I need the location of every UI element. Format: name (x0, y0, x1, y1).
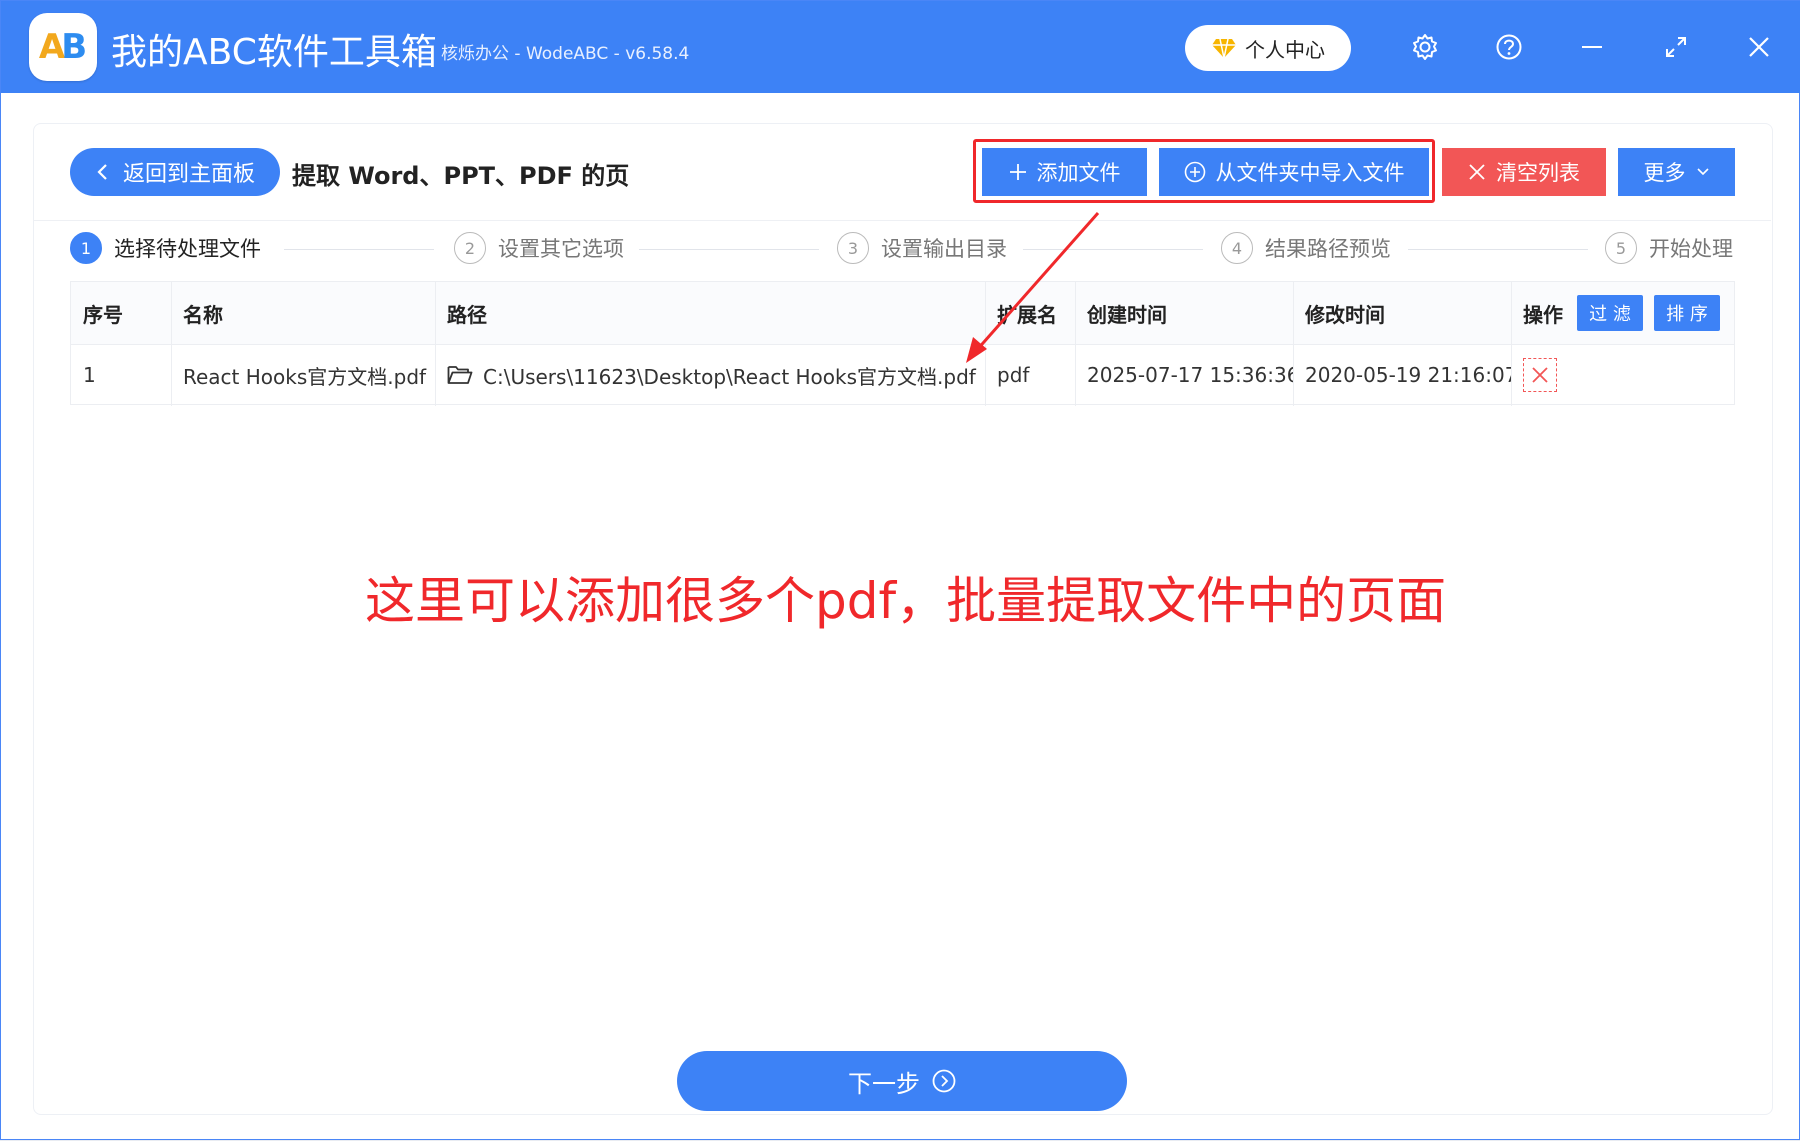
row-path: C:\Users\11623\Desktop\React Hooks官方文档.p… (483, 364, 976, 389)
row-created: 2025-07-17 15:36:36 (1087, 363, 1293, 387)
folder-open-icon[interactable] (447, 365, 473, 385)
annotation-text: 这里可以添加很多个pdf，批量提取文件中的页面 (365, 572, 1447, 630)
column-divider (1075, 282, 1076, 406)
step-label: 选择待处理文件 (114, 237, 261, 261)
column-header-ext[interactable]: 扩展名 (985, 282, 1075, 344)
app-subtitle: 核烁办公 - WodeABC - v6.58.4 (441, 44, 690, 64)
file-table: 序号 名称 路径 扩展名 创建时间 修改时间 操作 过 滤 排 序 1 Reac… (70, 281, 1735, 406)
row-modified: 2020-05-19 21:16:07 (1305, 363, 1511, 387)
table-header: 序号 名称 路径 扩展名 创建时间 修改时间 操作 过 滤 排 序 (71, 282, 1734, 345)
column-header-actions: 操作 (1523, 302, 1563, 327)
maximize-icon[interactable] (1656, 27, 1696, 67)
step-number: 3 (837, 232, 869, 264)
sort-button[interactable]: 排 序 (1654, 295, 1720, 331)
step-label: 设置输出目录 (881, 237, 1007, 261)
step-label: 设置其它选项 (498, 237, 624, 261)
row-index: 1 (83, 363, 96, 387)
back-to-main-button[interactable]: 返回到主面板 (70, 148, 280, 196)
app-title: 我的ABC软件工具箱 (111, 32, 437, 73)
step-3: 3 设置输出目录 (837, 232, 1007, 264)
next-step-label: 下一步 (848, 1069, 920, 1098)
next-step-button[interactable]: 下一步 (677, 1051, 1127, 1111)
app-window: A B 我的ABC软件工具箱 核烁办公 - WodeABC - v6.58.4 … (0, 0, 1800, 1140)
step-2: 2 设置其它选项 (454, 232, 624, 264)
settings-icon[interactable] (1405, 27, 1445, 67)
step-number: 1 (70, 232, 102, 264)
column-header-modified[interactable]: 修改时间 (1293, 282, 1511, 344)
clear-list-button[interactable]: 清空列表 (1442, 148, 1606, 196)
chevron-right-circle-icon (932, 1069, 956, 1093)
column-header-path[interactable]: 路径 (435, 282, 985, 344)
app-logo: A B (29, 13, 97, 81)
more-label: 更多 (1643, 161, 1686, 185)
column-divider (1511, 282, 1512, 406)
help-icon[interactable] (1489, 27, 1529, 67)
chevron-down-icon (1696, 168, 1709, 176)
user-center-button[interactable]: 个人中心 (1185, 25, 1351, 71)
step-1: 1 选择待处理文件 (70, 232, 261, 264)
title-bar: A B 我的ABC软件工具箱 核烁办公 - WodeABC - v6.58.4 … (1, 1, 1800, 93)
delete-x-icon (1532, 367, 1548, 383)
more-button[interactable]: 更多 (1618, 148, 1735, 196)
step-4: 4 结果路径预览 (1221, 232, 1391, 264)
diamond-icon (1212, 38, 1236, 59)
step-connector (1023, 249, 1203, 250)
x-icon (1469, 164, 1485, 180)
column-header-name[interactable]: 名称 (171, 282, 435, 344)
chevron-left-icon (97, 164, 107, 180)
row-path-cell: C:\Users\11623\Desktop\React Hooks官方文档.p… (435, 344, 985, 406)
step-5: 5 开始处理 (1605, 232, 1733, 264)
clear-list-label: 清空列表 (1496, 161, 1580, 185)
step-connector (639, 249, 819, 250)
page-title: 提取 Word、PPT、PDF 的页 (292, 162, 630, 190)
close-icon[interactable] (1739, 27, 1779, 67)
column-header-created[interactable]: 创建时间 (1075, 282, 1293, 344)
toolbar-divider (33, 220, 1771, 221)
table-row[interactable]: 1 React Hooks官方文档.pdf C:\Users\11623\Des… (71, 344, 1734, 406)
logo-letter-b: B (61, 27, 88, 67)
column-divider (435, 282, 436, 406)
delete-row-button[interactable] (1523, 358, 1557, 392)
row-ext: pdf (997, 363, 1030, 387)
column-divider (985, 282, 986, 406)
minimize-icon[interactable] (1572, 27, 1612, 67)
user-center-label: 个人中心 (1245, 37, 1325, 62)
step-number: 4 (1221, 232, 1253, 264)
column-divider (171, 282, 172, 406)
back-button-label: 返回到主面板 (122, 162, 255, 187)
step-label: 开始处理 (1649, 237, 1733, 261)
annotation-highlight-box (973, 139, 1435, 203)
column-header-index[interactable]: 序号 (71, 282, 171, 344)
filter-button[interactable]: 过 滤 (1577, 295, 1643, 331)
step-connector (1408, 249, 1588, 250)
step-number: 5 (1605, 232, 1637, 264)
step-connector (284, 249, 434, 250)
column-divider (1293, 282, 1294, 406)
step-number: 2 (454, 232, 486, 264)
step-label: 结果路径预览 (1265, 237, 1391, 261)
logo-letter-a: A (38, 27, 65, 67)
row-name: React Hooks官方文档.pdf (183, 364, 427, 389)
